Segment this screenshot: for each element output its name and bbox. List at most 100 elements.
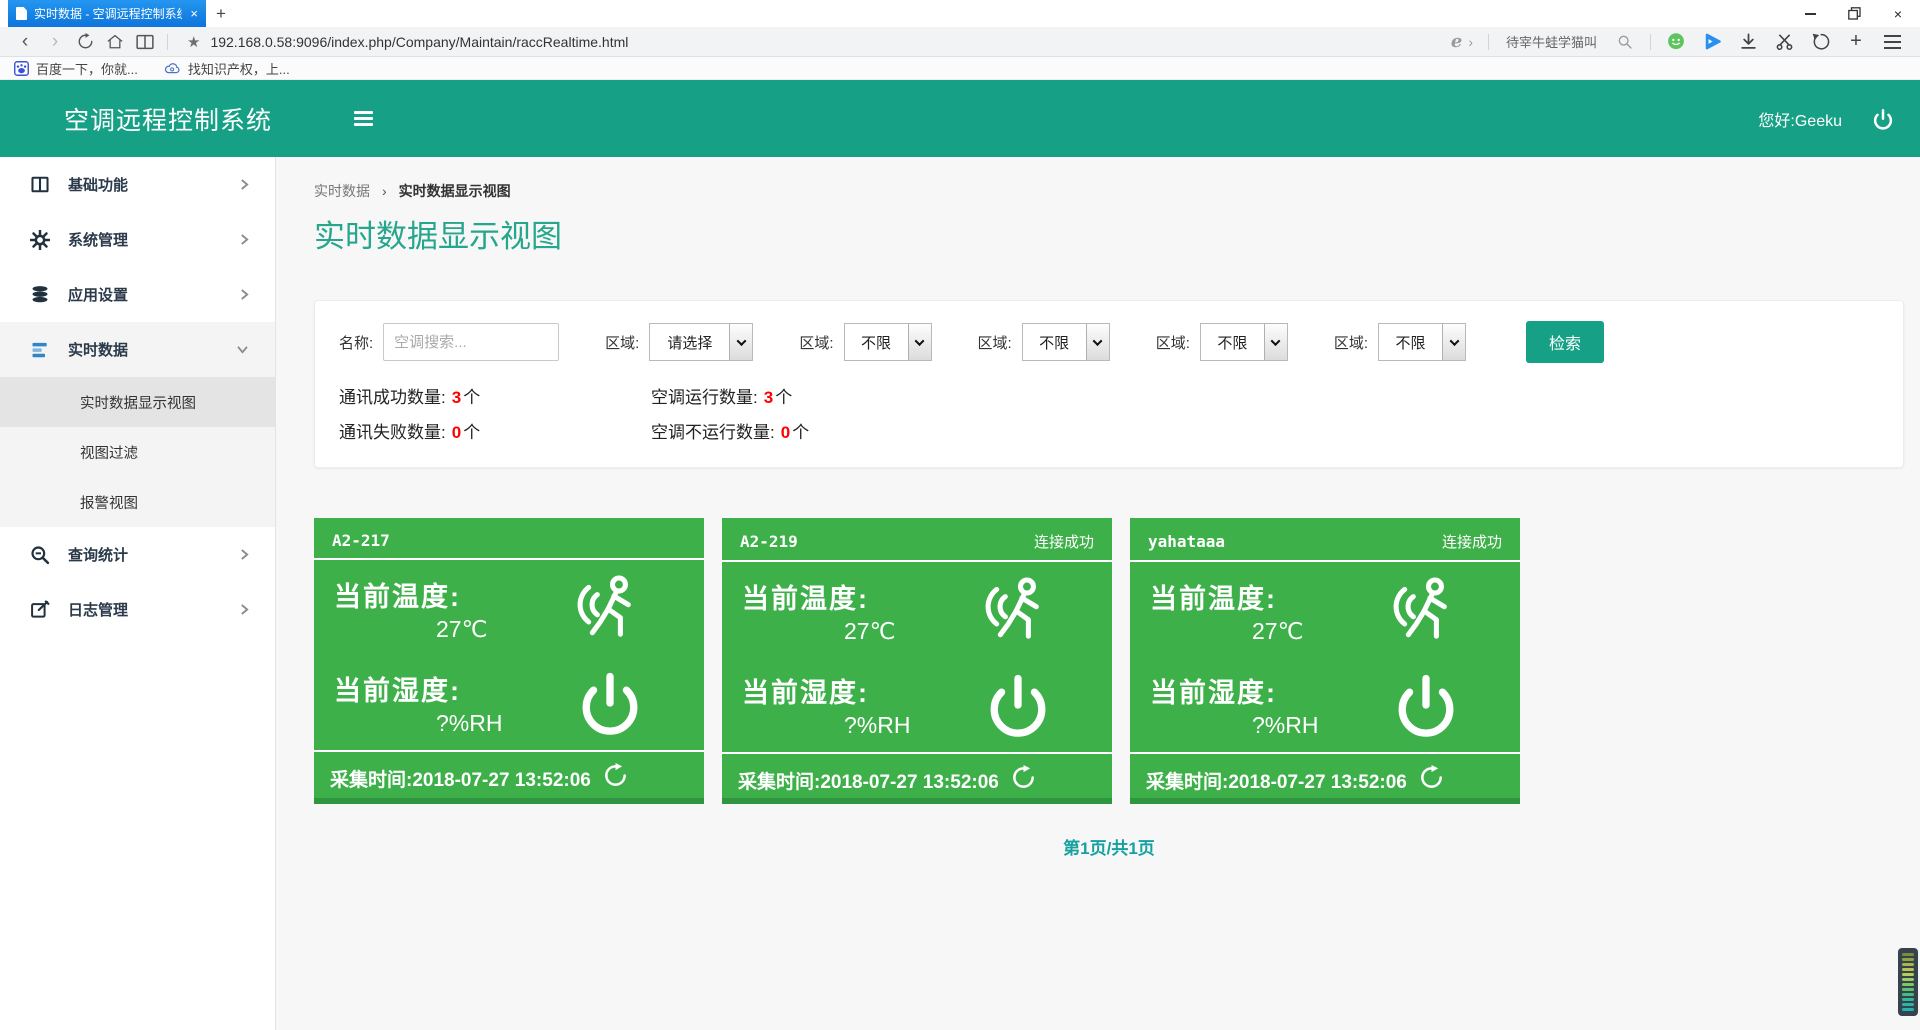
baidu-paw-icon	[14, 61, 29, 76]
temperature-label: 当前温度:	[334, 575, 487, 614]
browser-side-panel-handle[interactable]	[1898, 948, 1918, 1016]
power-icon[interactable]	[986, 673, 1050, 737]
logout-power-icon[interactable]	[1872, 108, 1894, 130]
sidebar-item-basic-functions[interactable]: 基础功能	[0, 157, 275, 212]
window-restore-button[interactable]	[1832, 0, 1876, 27]
device-name: A2-217	[332, 531, 390, 550]
refresh-icon[interactable]	[603, 763, 628, 793]
data-bars-icon	[28, 340, 52, 360]
region-select-1[interactable]: 请选择	[649, 323, 753, 361]
sidebar-item-query-statistics[interactable]: 查询统计	[0, 527, 275, 582]
connection-status: 连接成功	[1442, 531, 1502, 552]
tabbar-spacer	[236, 0, 1788, 27]
region-select-2[interactable]: 不限	[844, 323, 932, 361]
chevron-right-icon	[240, 178, 249, 191]
forward-icon[interactable]: ›	[40, 29, 70, 55]
new-tab-button[interactable]: +	[206, 0, 236, 27]
sidebar-item-realtime-data[interactable]: 实时数据	[0, 322, 275, 377]
pagination-text: 第1页/共1页	[314, 834, 1904, 859]
browser-search-input[interactable]: 待宰牛蛙学猫叫	[1496, 32, 1607, 51]
browser-menu-icon[interactable]	[1874, 29, 1910, 55]
region-filter-group: 区域: 不限	[1334, 323, 1466, 361]
region-filter-group: 区域: 请选择	[605, 323, 753, 361]
sidebar-subitem-realtime-view[interactable]: 实时数据显示视图	[0, 377, 275, 427]
device-name: yahataaa	[1148, 532, 1225, 551]
refresh-icon[interactable]	[1011, 765, 1036, 795]
url-field[interactable]: 192.168.0.58:9096/index.php/Company/Main…	[210, 34, 628, 50]
occupancy-walking-icon	[570, 573, 642, 645]
divider	[167, 34, 168, 50]
device-card: A2-219 连接成功 当前温度: 27℃	[722, 518, 1112, 804]
humidity-label: 当前湿度:	[742, 671, 910, 710]
bookmark-baidu[interactable]: 百度一下，你就...	[14, 59, 138, 78]
region-filter-group: 区域: 不限	[978, 323, 1110, 361]
refresh-icon[interactable]	[1419, 765, 1444, 795]
bookmarks-bar: 百度一下，你就... 找知识产权，上...	[0, 57, 1920, 80]
stat-comm-success: 通讯成功数量:3个	[339, 383, 651, 408]
window-close-button[interactable]: ×	[1876, 0, 1920, 27]
search-button[interactable]: 检索	[1526, 321, 1604, 363]
occupancy-walking-icon	[978, 575, 1050, 647]
divider	[1488, 34, 1489, 50]
ie-compat-icon[interactable]: e	[1451, 31, 1462, 52]
device-card: A2-217 当前温度: 27℃	[314, 518, 704, 804]
occupancy-walking-icon	[1386, 575, 1458, 647]
region-select-3[interactable]: 不限	[1022, 323, 1110, 361]
tab-title: 实时数据 - 空调远程控制系统	[34, 5, 182, 22]
sidebar-item-app-settings[interactable]: 应用设置	[0, 267, 275, 322]
temperature-label: 当前温度:	[742, 577, 895, 616]
tab-close-icon[interactable]: ×	[190, 6, 198, 21]
sidebar-submenu-realtime: 实时数据显示视图 视图过滤 报警视图	[0, 377, 275, 527]
humidity-value: ?%RH	[742, 712, 910, 739]
power-icon[interactable]	[1394, 673, 1458, 737]
chevron-right-icon	[240, 548, 249, 561]
region-select-5[interactable]: 不限	[1378, 323, 1466, 361]
favorite-star-icon[interactable]: ★	[187, 33, 200, 51]
stat-comm-fail: 通讯失败数量:0个	[339, 418, 651, 443]
humidity-value: ?%RH	[334, 710, 502, 737]
chevron-right-icon	[240, 288, 249, 301]
reading-mode-icon[interactable]	[130, 29, 160, 55]
undo-restore-icon[interactable]	[1802, 29, 1838, 55]
main-content: 实时数据 › 实时数据显示视图 实时数据显示视图 名称: 区域: 请选择	[276, 157, 1920, 1030]
select-dropdown-icon[interactable]	[1264, 324, 1287, 360]
device-name: A2-219	[740, 532, 798, 551]
select-dropdown-icon[interactable]	[1086, 324, 1109, 360]
window-minimize-button[interactable]	[1788, 0, 1832, 27]
select-dropdown-icon[interactable]	[729, 324, 752, 360]
screenshot-scissors-icon[interactable]	[1766, 29, 1802, 55]
power-icon[interactable]	[578, 671, 642, 735]
bookmark-ip[interactable]: 找知识产权，上...	[164, 59, 290, 78]
device-card: yahataaa 连接成功 当前温度: 27℃	[1130, 518, 1520, 804]
sidebar-toggle-icon[interactable]	[354, 108, 373, 130]
select-dropdown-icon[interactable]	[1442, 324, 1465, 360]
gear-icon	[28, 230, 52, 250]
zoom-out-icon	[28, 545, 52, 565]
filter-panel: 名称: 区域: 请选择 区域: 不限	[314, 300, 1904, 468]
browser-tab[interactable]: 实时数据 - 空调远程控制系统 ×	[8, 0, 206, 27]
video-play-icon[interactable]	[1694, 29, 1730, 55]
browser-tab-bar: 实时数据 - 空调远程控制系统 × + ×	[0, 0, 1920, 27]
breadcrumb-parent[interactable]: 实时数据	[314, 181, 370, 201]
chevron-right-icon	[240, 603, 249, 616]
divider	[1650, 34, 1651, 50]
select-dropdown-icon[interactable]	[908, 324, 931, 360]
home-icon[interactable]	[100, 29, 130, 55]
database-icon	[28, 285, 52, 305]
cloud-icon	[164, 61, 181, 75]
search-icon[interactable]	[1607, 29, 1643, 55]
sidebar-subitem-view-filter[interactable]: 视图过滤	[0, 427, 275, 477]
ac-search-input[interactable]	[383, 323, 559, 361]
add-gadget-icon[interactable]: +	[1838, 29, 1874, 55]
sidebar-item-system-management[interactable]: 系统管理	[0, 212, 275, 267]
wechat-icon[interactable]	[1658, 29, 1694, 55]
back-icon[interactable]: ‹	[10, 29, 40, 55]
download-icon[interactable]	[1730, 29, 1766, 55]
sidebar-subitem-alarm-view[interactable]: 报警视图	[0, 477, 275, 527]
region-select-4[interactable]: 不限	[1200, 323, 1288, 361]
refresh-page-icon[interactable]	[70, 29, 100, 55]
compat-arrow-icon[interactable]: ›	[1468, 34, 1473, 50]
stat-ac-stopped: 空调不运行数量:0个	[651, 418, 809, 443]
sidebar: 基础功能 系统管理 应用设置	[0, 157, 276, 1030]
sidebar-item-log-management[interactable]: 日志管理	[0, 582, 275, 637]
